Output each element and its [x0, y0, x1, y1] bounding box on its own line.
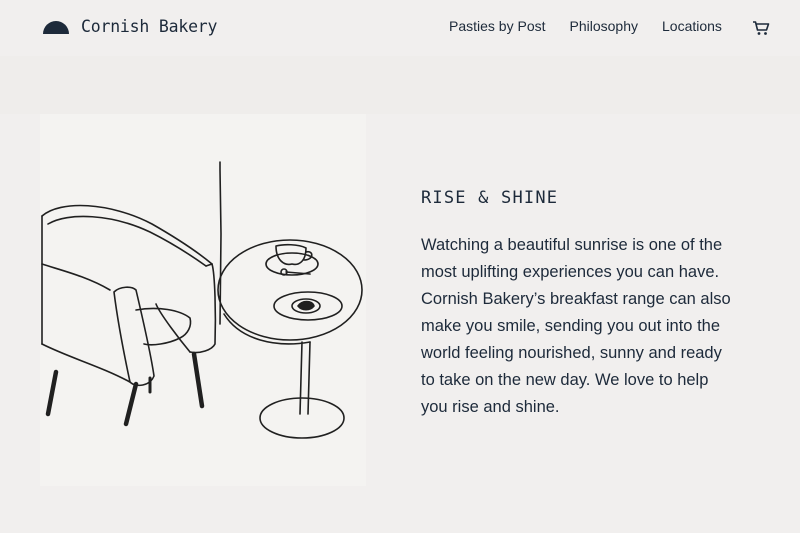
armchair-table-illustration — [40, 114, 366, 486]
brand-logo-link[interactable]: Cornish Bakery — [42, 16, 217, 38]
brand-name: Cornish Bakery — [81, 17, 218, 36]
cart-icon[interactable] — [752, 20, 770, 36]
half-sun-logo-icon — [42, 19, 70, 35]
rise-and-shine-section: RISE & SHINE Watching a beautiful sunris… — [421, 186, 741, 421]
nav-link-locations[interactable]: Locations — [662, 17, 722, 35]
nav-link-philosophy[interactable]: Philosophy — [570, 17, 639, 35]
main-nav: Pasties by Post Philosophy Locations — [449, 17, 722, 35]
nav-link-pasties-by-post[interactable]: Pasties by Post — [449, 17, 546, 35]
section-body-text: Watching a beautiful sunrise is one of t… — [421, 236, 731, 416]
section-heading: RISE & SHINE — [421, 188, 559, 208]
site-header: Cornish Bakery Pasties by Post Philosoph… — [0, 0, 800, 56]
hero-band — [0, 56, 800, 114]
